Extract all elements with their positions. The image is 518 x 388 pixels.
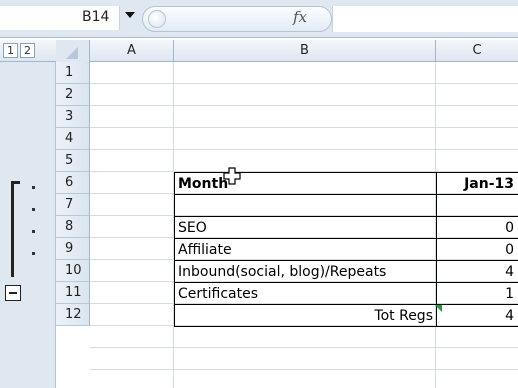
cell-c7[interactable]: 0 <box>440 217 514 239</box>
cell-b10[interactable]: Certificates <box>178 283 433 305</box>
outline-level-1-button[interactable]: 1 <box>3 43 18 58</box>
error-indicator-icon <box>435 305 442 312</box>
cell-c10[interactable]: 1 <box>440 283 514 305</box>
select-all-icon <box>66 47 78 59</box>
row-header-9[interactable]: 9 <box>56 238 90 260</box>
outline-dot <box>32 230 35 233</box>
cell-b9[interactable]: Inbound(social, blog)/Repeats <box>178 261 433 283</box>
outline-dot <box>32 208 35 211</box>
cell-c5[interactable]: Jan-13 <box>440 173 514 195</box>
name-box-value[interactable]: B14 <box>82 9 109 25</box>
row-header-12[interactable]: 12 <box>56 304 90 326</box>
cell-b7[interactable]: SEO <box>178 217 433 239</box>
outline-level-2-button[interactable]: 2 <box>20 43 35 58</box>
cell-c6[interactable] <box>440 195 514 217</box>
outline-dot <box>32 186 35 189</box>
row-header-7[interactable]: 7 <box>56 194 90 216</box>
cell-b5[interactable]: Month <box>178 173 433 195</box>
cell-c8[interactable]: 0 <box>440 239 514 261</box>
outline-gutter <box>0 62 56 388</box>
row-header-8[interactable]: 8 <box>56 216 90 238</box>
row-header-5[interactable]: 5 <box>56 150 90 172</box>
row-header-6[interactable]: 6 <box>56 172 90 194</box>
row-header-10[interactable]: 10 <box>56 260 90 282</box>
total-row-border <box>174 304 518 327</box>
row-header-2[interactable]: 2 <box>56 84 90 106</box>
row-header-11[interactable]: 11 <box>56 282 90 304</box>
outline-group-bracket <box>11 181 14 277</box>
cell-b6[interactable] <box>178 195 433 217</box>
row-header-4[interactable]: 4 <box>56 128 90 150</box>
column-header-a[interactable]: A <box>90 40 174 62</box>
row-header-1[interactable]: 1 <box>56 62 90 84</box>
row-header-3[interactable]: 3 <box>56 106 90 128</box>
cell-c9[interactable]: 4 <box>440 261 514 283</box>
outline-bracket-top <box>11 181 20 184</box>
formula-input[interactable] <box>332 6 518 32</box>
column-header-b[interactable]: B <box>174 40 436 62</box>
outline-dot <box>32 252 35 255</box>
name-box-dropdown-icon[interactable] <box>125 12 135 18</box>
column-header-c[interactable]: C <box>436 40 518 62</box>
cursor-icon <box>223 167 241 185</box>
formula-bar-expand-icon[interactable] <box>148 10 166 28</box>
collapse-group-button[interactable] <box>5 285 21 301</box>
insert-function-button[interactable]: fx <box>293 8 307 26</box>
cell-b8[interactable]: Affiliate <box>178 239 433 261</box>
